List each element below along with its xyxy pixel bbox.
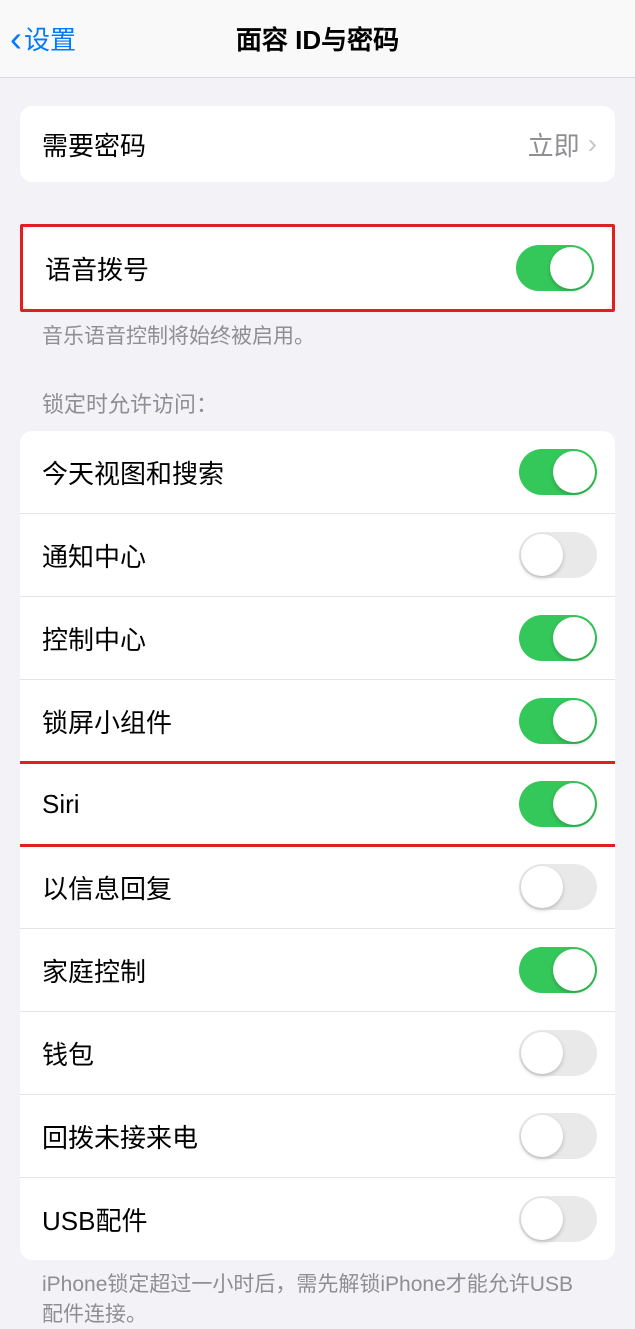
lock-item-label: 家庭控制	[42, 952, 146, 989]
toggle-knob	[553, 700, 595, 742]
highlight-voice-dial: 语音拨号	[20, 224, 615, 312]
toggle-knob	[521, 1032, 563, 1074]
toggle-knob	[553, 617, 595, 659]
voice-dial-label: 语音拨号	[45, 250, 149, 287]
require-passcode-value: 立即	[528, 126, 580, 163]
lock-item-row: 锁屏小组件	[20, 680, 615, 763]
voice-dial-group: 语音拨号	[23, 227, 612, 309]
require-passcode-label: 需要密码	[42, 126, 146, 163]
lock-item-row: 控制中心	[20, 597, 615, 680]
lock-item-label: USB配件	[42, 1201, 147, 1238]
lock-item-toggle[interactable]	[519, 449, 597, 495]
back-button[interactable]: ‹ 设置	[10, 20, 76, 57]
lock-item-label: 回拨未接来电	[42, 1118, 198, 1155]
lock-item-toggle[interactable]	[519, 781, 597, 827]
voice-dial-toggle[interactable]	[516, 245, 594, 291]
toggle-knob	[550, 247, 592, 289]
page-title: 面容 ID与密码	[236, 20, 399, 57]
lock-item-row: USB配件	[20, 1178, 615, 1260]
lock-item-label: 钱包	[42, 1035, 94, 1072]
chevron-right-icon: ›	[588, 128, 597, 160]
toggle-knob	[553, 949, 595, 991]
lock-item-toggle[interactable]	[519, 532, 597, 578]
lock-item-label: 今天视图和搜索	[42, 454, 224, 491]
toggle-knob	[553, 783, 595, 825]
lock-item-row: 回拨未接来电	[20, 1095, 615, 1178]
lock-item-row: 今天视图和搜索	[20, 431, 615, 514]
nav-header: ‹ 设置 面容 ID与密码	[0, 0, 635, 78]
require-passcode-row[interactable]: 需要密码 立即 ›	[20, 106, 615, 182]
toggle-knob	[521, 866, 563, 908]
lock-item-row: 家庭控制	[20, 929, 615, 1012]
lock-item-toggle[interactable]	[519, 947, 597, 993]
lock-item-label: Siri	[42, 789, 80, 820]
toggle-knob	[521, 534, 563, 576]
lock-item-row: 通知中心	[20, 514, 615, 597]
chevron-left-icon: ‹	[10, 21, 22, 57]
lock-item-toggle[interactable]	[519, 1030, 597, 1076]
toggle-knob	[521, 1115, 563, 1157]
lock-item-toggle[interactable]	[519, 615, 597, 661]
lock-section-header: 锁定时允许访问：	[20, 351, 615, 431]
lock-item-row: 钱包	[20, 1012, 615, 1095]
back-label: 设置	[24, 20, 76, 57]
toggle-knob	[521, 1198, 563, 1240]
lock-item-toggle[interactable]	[519, 1196, 597, 1242]
voice-dial-footer: 音乐语音控制将始终被启用。	[20, 312, 615, 351]
lock-item-label: 通知中心	[42, 537, 146, 574]
lock-item-label: 控制中心	[42, 620, 146, 657]
lock-access-group: 今天视图和搜索通知中心控制中心锁屏小组件 Siri 以信息回复家庭控制钱包回拨未接来…	[20, 431, 615, 1260]
voice-dial-row: 语音拨号	[23, 227, 612, 309]
toggle-knob	[553, 451, 595, 493]
lock-item-row: Siri	[20, 763, 615, 846]
lock-item-label: 锁屏小组件	[42, 703, 172, 740]
lock-item-toggle[interactable]	[519, 864, 597, 910]
require-passcode-group: 需要密码 立即 ›	[20, 106, 615, 182]
usb-footer: iPhone锁定超过一小时后，需先解锁iPhone才能允许USB配件连接。	[20, 1260, 615, 1329]
lock-item-toggle[interactable]	[519, 698, 597, 744]
lock-item-row: 以信息回复	[20, 846, 615, 929]
lock-item-label: 以信息回复	[42, 869, 172, 906]
lock-item-toggle[interactable]	[519, 1113, 597, 1159]
